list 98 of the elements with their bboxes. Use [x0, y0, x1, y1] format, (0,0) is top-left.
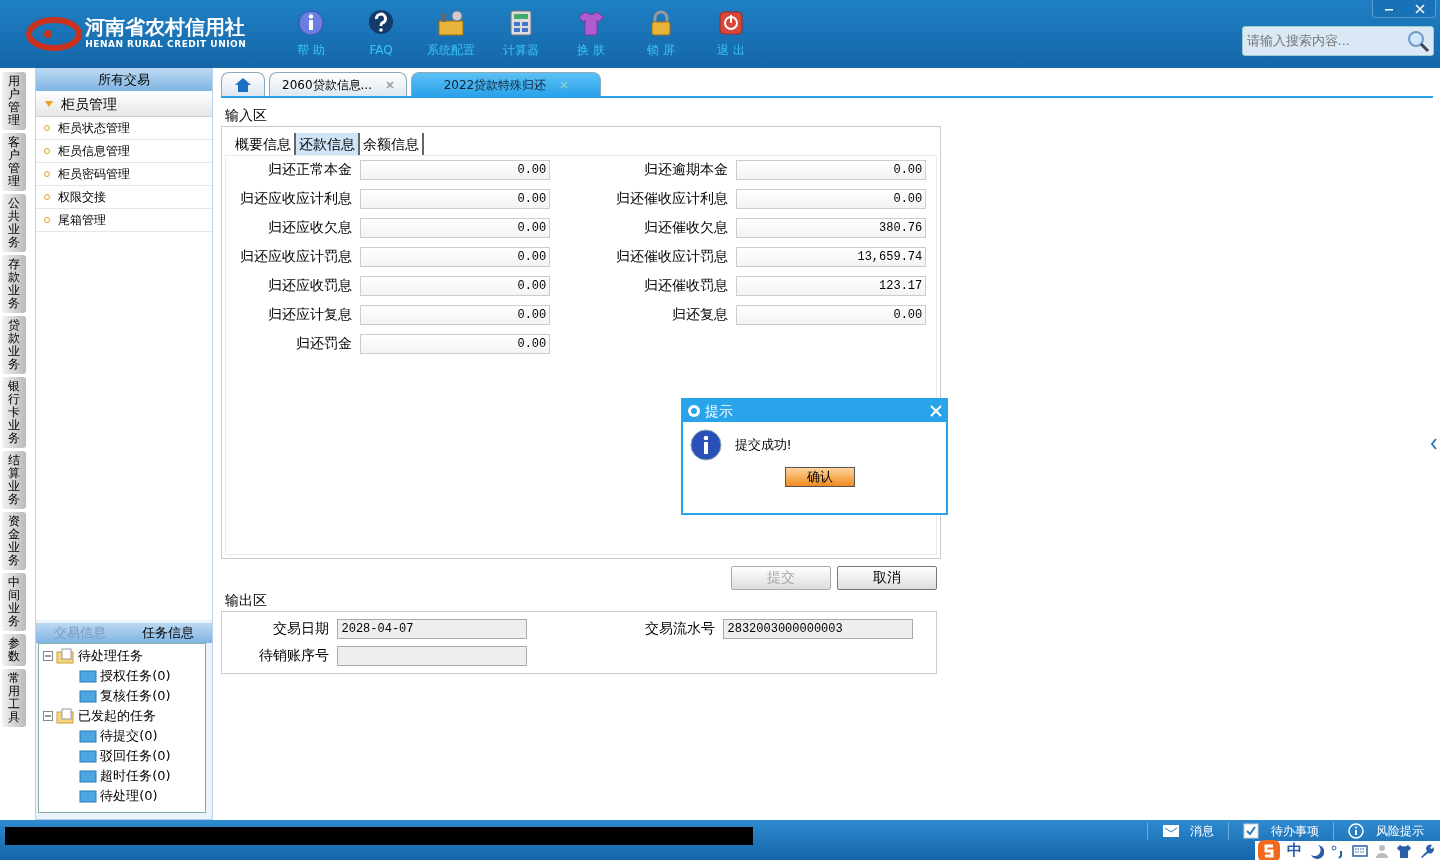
input-field[interactable]: 0.00 — [360, 275, 551, 296]
status-button[interactable]: 风险提示 — [1333, 822, 1438, 840]
input-field[interactable]: 0.00 — [736, 159, 927, 180]
logo-subtitle: HENAN RURAL CREDIT UNION — [85, 38, 247, 52]
side-tab[interactable]: 参数 — [2, 634, 26, 666]
tree-node[interactable]: 驳回任务(0) — [100, 746, 171, 766]
field-label: 归还正常本金 — [267, 160, 353, 179]
side-tab[interactable]: 常用工具 — [2, 669, 26, 727]
folder-icon — [56, 708, 75, 724]
checkbox-icon — [1243, 823, 1261, 839]
envelope-icon — [1162, 823, 1180, 839]
field-label: 归还催收应计利息 — [615, 189, 729, 208]
field-label: 归还应计复息 — [267, 305, 353, 324]
tree-node[interactable]: 复核任务(0) — [100, 686, 171, 706]
confirm-button[interactable]: 确认 — [784, 467, 855, 487]
tree-node[interactable]: 超时任务(0) — [100, 766, 171, 786]
input-field[interactable]: 0.00 — [736, 188, 927, 209]
input-field[interactable]: 0.00 — [360, 333, 551, 354]
logo-title: 河南省农村信用社 — [85, 16, 247, 39]
logo-emblem-icon — [26, 17, 82, 51]
input-field[interactable]: 0.00 — [360, 246, 551, 267]
keyboard-icon[interactable] — [1352, 842, 1368, 859]
field-label: 归还催收欠息 — [643, 218, 729, 237]
input-field[interactable]: 380.76 — [736, 217, 927, 238]
input-field[interactable]: 0.00 — [360, 304, 551, 325]
section-title: 输出区 — [224, 590, 268, 610]
app-logo-icon — [687, 404, 701, 418]
field-label: 归还逾期本金 — [643, 160, 729, 179]
folder-icon — [79, 688, 97, 704]
collapse-handle-icon[interactable] — [1430, 438, 1438, 450]
folder-icon — [79, 728, 97, 744]
tree-node[interactable]: 授权任务(0) — [100, 666, 171, 686]
search-icon[interactable] — [1405, 28, 1430, 53]
field-label: 归还罚金 — [295, 334, 353, 353]
calculator-icon — [507, 9, 535, 38]
field-label: 交易流水号 — [643, 619, 715, 639]
tab[interactable]: 2022贷款特殊归还 — [411, 72, 601, 96]
tshirt-icon — [577, 9, 605, 38]
field-label: 归还应收罚息 — [267, 276, 353, 295]
field-label: 归还应收应计利息 — [239, 189, 353, 208]
side-tab[interactable]: 公共业务 — [2, 194, 26, 252]
input-field[interactable]: 0.00 — [360, 188, 551, 209]
close-icon[interactable] — [386, 80, 394, 89]
field-label: 交易日期 — [271, 619, 329, 639]
input-field[interactable]: 123.17 — [736, 275, 927, 296]
field-label: 待销账序号 — [257, 646, 329, 666]
side-tab[interactable]: 贷款业务 — [2, 316, 26, 374]
subtab[interactable]: 还款信息 — [295, 133, 360, 155]
folder-icon — [56, 648, 75, 664]
ime-mode[interactable]: 中 — [1287, 839, 1302, 860]
info-icon — [689, 428, 722, 461]
tshirt-icon[interactable] — [1396, 842, 1412, 859]
status-button[interactable]: 消息 — [1147, 822, 1228, 840]
toolbox-icon — [437, 9, 465, 38]
tree-node[interactable]: 已发起的任务 — [77, 706, 156, 726]
moon-icon[interactable] — [1308, 842, 1324, 859]
field-label: 归还催收罚息 — [643, 276, 729, 295]
dialog-message: 提交成功! — [734, 435, 792, 454]
sidebar-header: 所有交易 — [36, 69, 212, 91]
side-tab[interactable]: 客户管理 — [2, 133, 26, 191]
power-icon — [717, 9, 745, 38]
side-tab[interactable]: 存款业务 — [2, 255, 26, 313]
field-label: 归还催收应计罚息 — [615, 247, 729, 266]
tree-node[interactable]: 待处理任务 — [77, 646, 143, 666]
info-icon — [297, 9, 325, 38]
folder-icon — [79, 788, 97, 804]
dialog-title: 提示 — [705, 401, 733, 421]
output-field: 2832003000000003 — [722, 618, 913, 639]
home-tab[interactable] — [221, 72, 265, 96]
side-tab[interactable]: 结算业务 — [2, 451, 26, 509]
side-tab[interactable]: 中间业务 — [2, 573, 26, 631]
folder-icon — [79, 668, 97, 684]
section-title: 输入区 — [224, 105, 268, 125]
input-field[interactable]: 0.00 — [360, 217, 551, 238]
input-field[interactable]: 0.00 — [360, 159, 551, 180]
side-tab[interactable]: 资金业务 — [2, 512, 26, 570]
folder-icon — [79, 748, 97, 764]
info-circle-icon — [1348, 823, 1366, 839]
side-tab[interactable]: 银行卡业务 — [2, 377, 26, 448]
menu-group[interactable]: 柜员管理 — [36, 91, 212, 117]
collapse-icon[interactable] — [43, 651, 53, 661]
search-field[interactable]: 请输入搜索内容... — [1241, 25, 1434, 56]
side-tab[interactable]: 用户管理 — [2, 72, 26, 130]
tree-node[interactable]: 待处理(0) — [100, 786, 158, 806]
tab[interactable]: 2060贷款信息... — [269, 72, 407, 96]
action-button[interactable]: 取消 — [837, 565, 937, 590]
field-label: 归还应收应计罚息 — [239, 247, 353, 266]
field-label: 归还应收欠息 — [267, 218, 353, 237]
home-icon — [234, 76, 252, 93]
folder-icon — [79, 768, 97, 784]
field-label: 归还复息 — [671, 305, 729, 324]
status-button[interactable]: 待办事项 — [1228, 822, 1333, 840]
input-field[interactable]: 0.00 — [736, 304, 927, 325]
tree-node[interactable]: 待提交(0) — [100, 726, 158, 746]
collapse-icon[interactable] — [43, 711, 53, 721]
output-field: 2028-04-07 — [336, 618, 527, 639]
input-field[interactable]: 13,659.74 — [736, 246, 927, 267]
panel-tab[interactable]: 任务信息 — [124, 623, 212, 643]
